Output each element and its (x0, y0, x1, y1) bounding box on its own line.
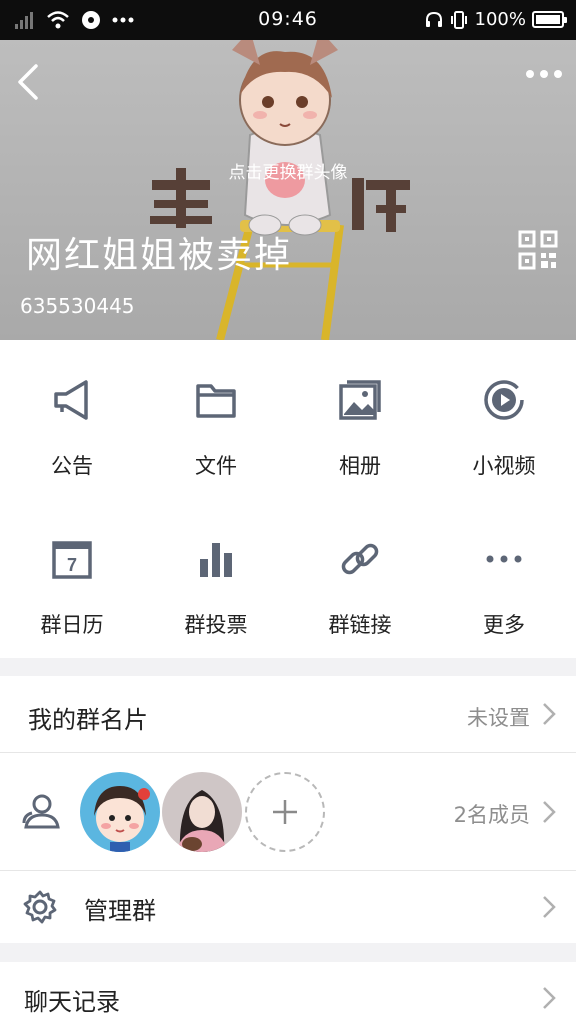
manage-group-row[interactable]: 管理群 (0, 871, 576, 943)
members-row[interactable]: 2名成员 (0, 753, 576, 870)
feature-label: 相册 (339, 454, 381, 478)
my-group-card-label: 我的群名片 (28, 706, 148, 734)
feature-more[interactable]: 更多 (432, 499, 576, 658)
vibrate-icon (450, 10, 467, 29)
feature-label: 群投票 (184, 613, 248, 637)
calendar-day: 7 (67, 555, 77, 575)
manage-group-label: 管理群 (84, 897, 156, 925)
group-name: 网红姐姐被卖掉 (26, 235, 293, 276)
plus-icon (273, 800, 297, 824)
status-bar: 09:46 100% (0, 0, 576, 40)
headset-icon (425, 11, 442, 27)
change-avatar-hint[interactable]: 点击更换群头像 (0, 158, 576, 183)
battery-icon (532, 11, 567, 28)
feature-announcement[interactable]: 公告 (0, 340, 144, 499)
chevron-right-icon (543, 703, 556, 725)
back-icon[interactable] (14, 62, 42, 102)
feature-label: 文件 (195, 454, 237, 478)
folder-icon (196, 384, 236, 418)
feature-files[interactable]: 文件 (144, 340, 288, 499)
chevron-right-icon (543, 896, 556, 918)
battery-percent: 100% (474, 9, 526, 30)
add-member-button[interactable] (245, 772, 325, 852)
feature-grid: 公告 文件 相册 小视频 7 群日历 群投票 群链接 更多 (0, 340, 576, 658)
chevron-right-icon (543, 801, 556, 823)
more-dots-icon (486, 555, 522, 563)
feature-label: 小视频 (472, 454, 536, 478)
chat-history-row[interactable]: 聊天记录 (0, 962, 576, 1024)
member-avatar[interactable] (80, 772, 160, 852)
feature-label: 群日历 (40, 613, 104, 637)
group-avatar-illustration[interactable] (140, 40, 440, 340)
feature-short-video[interactable]: 小视频 (432, 340, 576, 499)
calendar-icon: 7 (52, 541, 92, 579)
group-id: 635530445 (20, 294, 135, 318)
chevron-right-icon (543, 987, 556, 1009)
feature-album[interactable]: 相册 (288, 340, 432, 499)
link-icon (341, 543, 379, 575)
bar-chart-icon (200, 543, 232, 577)
megaphone-icon (54, 380, 88, 420)
status-right-icons: 100% (425, 9, 567, 30)
feature-label: 群链接 (328, 613, 392, 637)
photo-album-icon (339, 380, 381, 420)
member-count: 2名成员 (453, 803, 530, 827)
feature-group-calendar[interactable]: 7 群日历 (0, 499, 144, 658)
group-cover[interactable]: 点击更换群头像 网红姐姐被卖掉 635530445 (0, 40, 576, 340)
feature-group-link[interactable]: 群链接 (288, 499, 432, 658)
member-avatar[interactable] (162, 772, 242, 852)
qr-code-icon[interactable] (518, 230, 558, 270)
chat-history-label: 聊天记录 (24, 988, 120, 1016)
feature-label: 公告 (51, 454, 93, 478)
video-play-icon (484, 380, 524, 420)
feature-group-vote[interactable]: 群投票 (144, 499, 288, 658)
members-icon (22, 794, 60, 829)
gear-icon (23, 890, 57, 924)
more-options-button[interactable] (526, 70, 562, 78)
feature-label: 更多 (483, 613, 525, 637)
my-group-card-row[interactable]: 我的群名片 未设置 (0, 676, 576, 752)
my-group-card-value: 未设置 (467, 706, 530, 730)
